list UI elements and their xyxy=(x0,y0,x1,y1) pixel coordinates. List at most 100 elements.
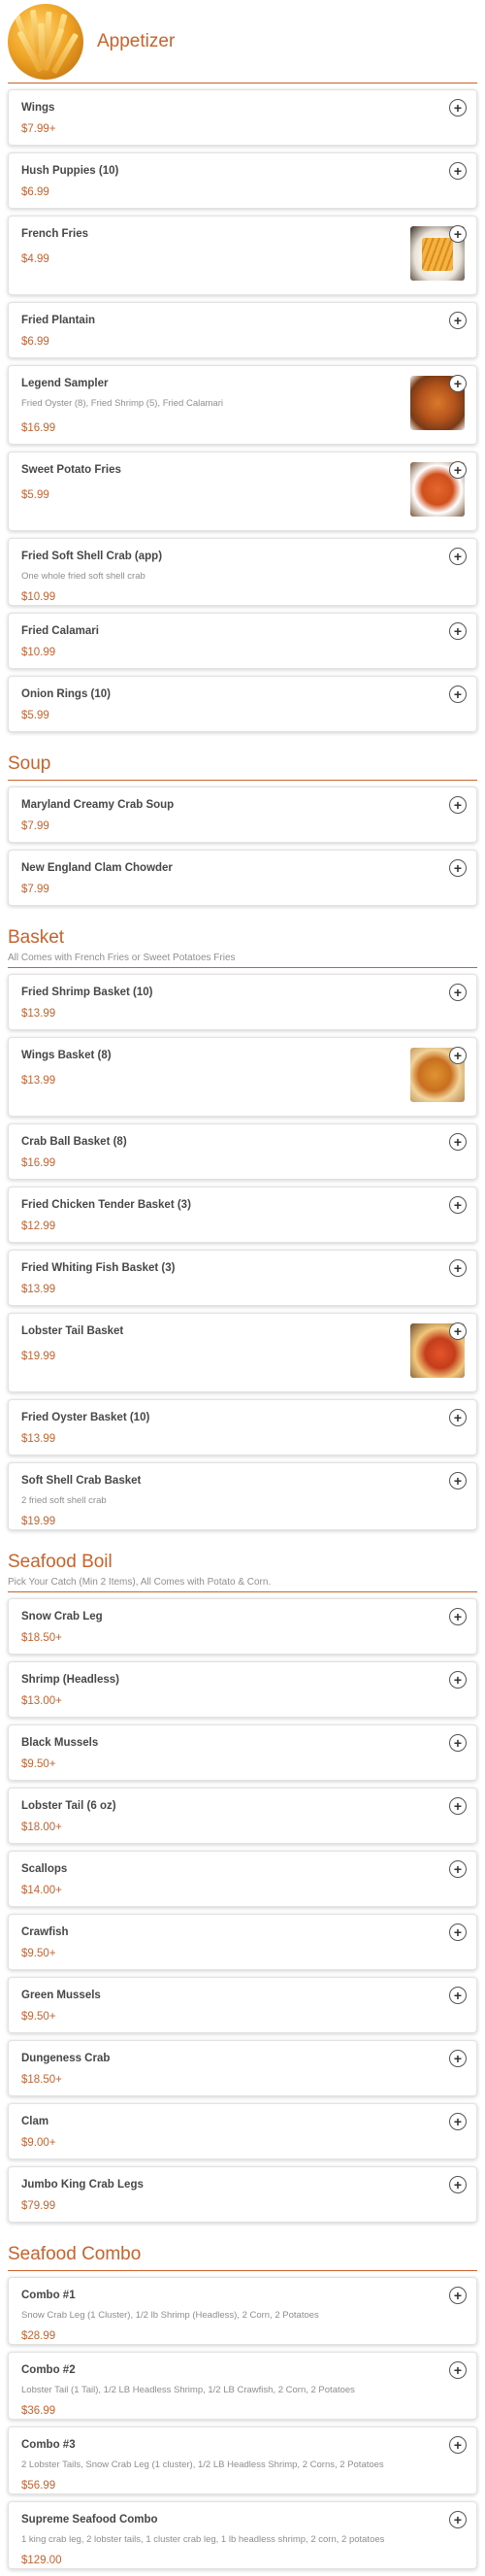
add-item-button[interactable]: + xyxy=(449,1608,467,1625)
item-name: Hush Puppies (10) xyxy=(21,165,119,177)
add-item-button[interactable]: + xyxy=(449,984,467,1001)
menu-item-card[interactable]: Fried Chicken Tender Basket (3) $12.99 + xyxy=(8,1187,477,1243)
menu-item-card[interactable]: Onion Rings (10) $5.99 + xyxy=(8,676,477,732)
item-price: $5.99 xyxy=(21,710,49,721)
add-item-button[interactable]: + xyxy=(449,2436,467,2454)
menu-item-card[interactable]: Shrimp (Headless) $13.00+ + xyxy=(8,1661,477,1718)
menu-section-seafood-boil: Seafood Boil Pick Your Catch (Min 2 Items… xyxy=(8,1537,477,2223)
menu-item-card[interactable]: Black Mussels $9.50+ + xyxy=(8,1724,477,1781)
add-item-button[interactable]: + xyxy=(449,2176,467,2193)
menu-item-card[interactable]: Soft Shell Crab Basket 2 fried soft shell… xyxy=(8,1462,477,1530)
menu-item-card[interactable]: Lobster Tail (6 oz) $18.00+ + xyxy=(8,1788,477,1844)
item-name: Fried Whiting Fish Basket (3) xyxy=(21,1262,176,1274)
menu-item-card[interactable]: Fried Whiting Fish Basket (3) $13.99 + xyxy=(8,1250,477,1306)
add-item-button[interactable]: + xyxy=(449,2113,467,2130)
menu-item-card[interactable]: Crawfish $9.50+ + xyxy=(8,1914,477,1970)
menu-item-card[interactable]: New England Clam Chowder $7.99 + xyxy=(8,850,477,906)
menu-item-card[interactable]: Maryland Creamy Crab Soup $7.99 + xyxy=(8,786,477,843)
item-price: $12.99 xyxy=(21,1221,56,1232)
menu-item-card[interactable]: Wings $7.99+ + xyxy=(8,89,477,146)
add-item-button[interactable]: + xyxy=(449,1133,467,1151)
add-item-button[interactable]: + xyxy=(449,2287,467,2304)
menu-item-card[interactable]: Combo #1 Snow Crab Leg (1 Cluster), 1/2 l… xyxy=(8,2277,477,2345)
item-description: 1 king crab leg, 2 lobster tails, 1 clus… xyxy=(21,2534,385,2545)
item-name: Black Mussels xyxy=(21,1737,99,1749)
add-item-button[interactable]: + xyxy=(449,686,467,703)
menu-item-card[interactable]: Fried Shrimp Basket (10) $13.99 + xyxy=(8,974,477,1030)
item-name: Crawfish xyxy=(21,1926,69,1938)
menu-item-card[interactable]: Fried Oyster Basket (10) $13.99 + xyxy=(8,1399,477,1455)
item-price: $129.00 xyxy=(21,2555,62,2566)
add-item-button[interactable]: + xyxy=(449,859,467,877)
add-item-button[interactable]: + xyxy=(449,1860,467,1878)
section-header: Soup xyxy=(8,739,477,781)
add-item-button[interactable]: + xyxy=(449,2050,467,2067)
section-title: Basket xyxy=(8,927,65,948)
section-header: Seafood Combo xyxy=(8,2229,477,2271)
item-price: $79.99 xyxy=(21,2200,56,2212)
item-name: French Fries xyxy=(21,228,89,240)
add-item-button[interactable]: + xyxy=(449,162,467,180)
item-name: Sweet Potato Fries xyxy=(21,464,121,476)
section-header: Basket All Comes with French Fries or Swe… xyxy=(8,913,477,968)
add-item-button[interactable]: + xyxy=(449,1322,467,1340)
item-name: Legend Sampler xyxy=(21,378,109,389)
menu-item-card[interactable]: Jumbo King Crab Legs $79.99 + xyxy=(8,2166,477,2223)
item-price: $18.50+ xyxy=(21,1632,62,1644)
menu-item-card[interactable]: Scallops $14.00+ + xyxy=(8,1851,477,1907)
item-description: 2 fried soft shell crab xyxy=(21,1495,107,1506)
item-description: 2 Lobster Tails, Snow Crab Leg (1 cluste… xyxy=(21,2459,384,2470)
menu-item-card[interactable]: Fried Plantain $6.99 + xyxy=(8,302,477,358)
add-item-button[interactable]: + xyxy=(449,375,467,392)
add-item-button[interactable]: + xyxy=(449,225,467,243)
menu-item-card[interactable]: Hush Puppies (10) $6.99 + xyxy=(8,152,477,209)
section-header: Appetizer xyxy=(8,0,477,84)
item-price: $28.99 xyxy=(21,2330,56,2342)
item-name: Wings Basket (8) xyxy=(21,1050,112,1061)
add-item-button[interactable]: + xyxy=(449,461,467,479)
menu-item-card[interactable]: Fried Soft Shell Crab (app) One whole fri… xyxy=(8,538,477,606)
menu-item-card[interactable]: Legend Sampler Fried Oyster (8), Fried Sh… xyxy=(8,365,477,445)
menu-item-card[interactable]: Crab Ball Basket (8) $16.99 + xyxy=(8,1123,477,1180)
item-name: Fried Calamari xyxy=(21,625,99,637)
add-item-button[interactable]: + xyxy=(449,796,467,814)
section-title: Seafood Combo xyxy=(8,2244,142,2264)
item-name: Combo #2 xyxy=(21,2364,76,2376)
section-subtitle: All Comes with French Fries or Sweet Pot… xyxy=(8,953,236,963)
item-price: $13.00+ xyxy=(21,1695,62,1707)
menu-section-seafood-combo: Seafood Combo Combo #1 Snow Crab Leg (1 Cl… xyxy=(8,2229,477,2569)
add-item-button[interactable]: + xyxy=(449,1196,467,1214)
add-item-button[interactable]: + xyxy=(449,1259,467,1277)
add-item-button[interactable]: + xyxy=(449,1671,467,1689)
add-item-button[interactable]: + xyxy=(449,1924,467,1941)
add-item-button[interactable]: + xyxy=(449,2511,467,2528)
menu-item-card[interactable]: Lobster Tail Basket $19.99 + xyxy=(8,1313,477,1392)
item-name: Wings xyxy=(21,102,55,114)
menu-item-card[interactable]: Dungeness Crab $18.50+ + xyxy=(8,2040,477,2096)
add-item-button[interactable]: + xyxy=(449,1472,467,1489)
item-name: Lobster Tail (6 oz) xyxy=(21,1800,116,1812)
item-price: $9.50+ xyxy=(21,1948,56,1959)
menu-item-card[interactable]: Fried Calamari $10.99 + xyxy=(8,613,477,669)
item-price: $10.99 xyxy=(21,647,56,658)
item-name: Green Mussels xyxy=(21,1990,101,2001)
menu-item-card[interactable]: Combo #2 Lobster Tail (1 Tail), 1/2 LB He… xyxy=(8,2352,477,2420)
menu-item-card[interactable]: Combo #3 2 Lobster Tails, Snow Crab Leg (… xyxy=(8,2426,477,2494)
add-item-button[interactable]: + xyxy=(449,1734,467,1752)
add-item-button[interactable]: + xyxy=(449,622,467,640)
add-item-button[interactable]: + xyxy=(449,312,467,329)
add-item-button[interactable]: + xyxy=(449,1987,467,2004)
add-item-button[interactable]: + xyxy=(449,1047,467,1064)
add-item-button[interactable]: + xyxy=(449,99,467,117)
menu-item-card[interactable]: Green Mussels $9.50+ + xyxy=(8,1977,477,2033)
menu-item-card[interactable]: Wings Basket (8) $13.99 + xyxy=(8,1037,477,1117)
add-item-button[interactable]: + xyxy=(449,1409,467,1426)
add-item-button[interactable]: + xyxy=(449,2361,467,2379)
menu-item-card[interactable]: Sweet Potato Fries $5.99 + xyxy=(8,452,477,531)
menu-item-card[interactable]: French Fries $4.99 + xyxy=(8,216,477,295)
add-item-button[interactable]: + xyxy=(449,548,467,565)
add-item-button[interactable]: + xyxy=(449,1797,467,1815)
menu-item-card[interactable]: Snow Crab Leg $18.50+ + xyxy=(8,1598,477,1655)
menu-item-card[interactable]: Supreme Seafood Combo 1 king crab leg, 2 … xyxy=(8,2501,477,2569)
menu-item-card[interactable]: Clam $9.00+ + xyxy=(8,2103,477,2159)
